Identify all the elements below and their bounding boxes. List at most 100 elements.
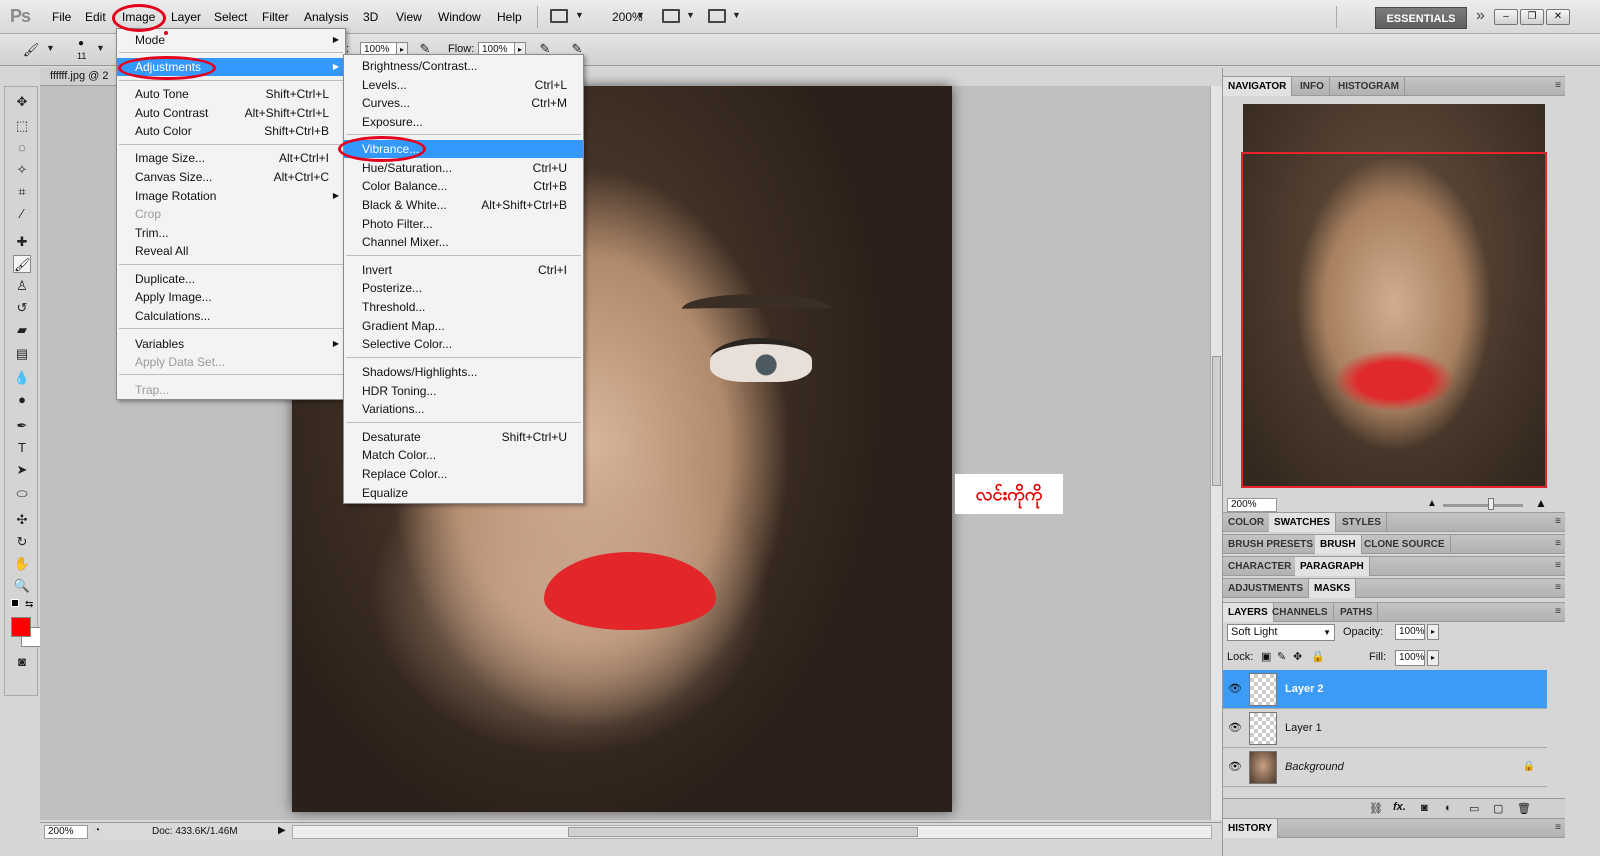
layer-opacity-stepper[interactable]: ▸ bbox=[1427, 624, 1439, 640]
layer-row[interactable]: 👁 Background 🔒 bbox=[1223, 748, 1547, 787]
tab-styles[interactable]: STYLES bbox=[1337, 513, 1387, 532]
navigator-zoom-field[interactable]: 200% bbox=[1227, 498, 1277, 512]
eye-icon[interactable]: 👁 bbox=[1228, 721, 1242, 734]
menu-item-threshold[interactable]: Threshold... bbox=[344, 298, 583, 316]
navigator-view-box[interactable] bbox=[1241, 152, 1547, 488]
default-colors-icon[interactable] bbox=[11, 599, 19, 607]
horizontal-scroll-thumb[interactable] bbox=[568, 827, 918, 837]
zoom-tool-icon[interactable]: 🔍 bbox=[13, 577, 31, 595]
blur-tool-icon[interactable]: 💧 bbox=[13, 369, 31, 387]
panel-menu-icon[interactable]: ≡ bbox=[1555, 822, 1561, 833]
swap-colors-icon[interactable]: ⇆ bbox=[25, 599, 33, 610]
pen-tool-icon[interactable]: ✒ bbox=[13, 417, 31, 435]
quick-mask-icon[interactable]: ◙ bbox=[13, 653, 31, 671]
menu-item-calculations[interactable]: Calculations... bbox=[117, 307, 345, 325]
menu-item-brightness-contrast[interactable]: Brightness/Contrast... bbox=[344, 57, 583, 75]
menu-item-mode[interactable]: Mode ▶ bbox=[117, 31, 345, 49]
brush-tool-preset-icon[interactable]: 🖌 bbox=[22, 41, 40, 59]
chevron-down-icon[interactable]: ▼ bbox=[732, 10, 741, 20]
history-brush-tool-icon[interactable]: ↺ bbox=[13, 299, 31, 317]
quick-select-tool-icon[interactable]: ✧ bbox=[13, 161, 31, 179]
fill-field[interactable]: 100% bbox=[1395, 650, 1425, 666]
tab-swatches[interactable]: SWATCHES bbox=[1269, 513, 1336, 532]
menu-item-invert[interactable]: Invert Ctrl+I bbox=[344, 261, 583, 279]
zoom-out-icon[interactable]: ▲ bbox=[1427, 498, 1437, 509]
eye-icon[interactable]: 👁 bbox=[1228, 760, 1242, 773]
menu-item-reveal-all[interactable]: Reveal All bbox=[117, 242, 345, 260]
chevron-down-icon[interactable]: ▼ bbox=[686, 10, 695, 20]
menu-item-black-white[interactable]: Black & White... Alt+Shift+Ctrl+B bbox=[344, 196, 583, 214]
gradient-tool-icon[interactable]: ▤ bbox=[13, 345, 31, 363]
lock-image-icon[interactable]: ✎ bbox=[1277, 650, 1286, 663]
menu-item-equalize[interactable]: Equalize bbox=[344, 484, 583, 502]
tab-history[interactable]: HISTORY bbox=[1223, 819, 1278, 838]
menu-item-posterize[interactable]: Posterize... bbox=[344, 279, 583, 297]
menu-filter[interactable]: Filter bbox=[262, 10, 289, 24]
panel-menu-icon[interactable]: ≡ bbox=[1555, 516, 1561, 527]
eye-icon[interactable]: 👁 bbox=[1228, 682, 1242, 695]
trash-icon[interactable]: 🗑 bbox=[1517, 802, 1531, 815]
menu-item-canvas-size[interactable]: Canvas Size... Alt+Ctrl+C bbox=[117, 168, 345, 186]
menu-item-image-rotation[interactable]: Image Rotation ▶ bbox=[117, 187, 345, 205]
3d-orbit-tool-icon[interactable]: ↻ bbox=[13, 533, 31, 551]
marquee-tool-icon[interactable]: ⬚ bbox=[13, 117, 31, 135]
tab-info[interactable]: INFO bbox=[1295, 77, 1330, 96]
chevron-down-icon[interactable]: ▼ bbox=[575, 10, 584, 20]
menu-item-selective-color[interactable]: Selective Color... bbox=[344, 335, 583, 353]
menu-help[interactable]: Help bbox=[497, 10, 522, 24]
status-menu-icon[interactable]: ▶ bbox=[278, 825, 286, 836]
menu-3d[interactable]: 3D bbox=[363, 10, 378, 24]
menu-item-replace-color[interactable]: Replace Color... bbox=[344, 465, 583, 483]
lock-position-icon[interactable]: ✥ bbox=[1293, 650, 1302, 663]
menu-item-photo-filter[interactable]: Photo Filter... bbox=[344, 215, 583, 233]
menu-item-apply-image[interactable]: Apply Image... bbox=[117, 288, 345, 306]
zoom-in-icon[interactable]: ▲ bbox=[1535, 496, 1547, 510]
menu-layer[interactable]: Layer bbox=[171, 10, 201, 24]
panel-menu-icon[interactable]: ≡ bbox=[1555, 560, 1561, 571]
tab-channels[interactable]: CHANNELS bbox=[1267, 603, 1334, 622]
fx-icon[interactable]: fx. bbox=[1393, 801, 1406, 813]
chevron-down-icon[interactable]: ▼ bbox=[46, 43, 55, 53]
eyedropper-tool-icon[interactable]: ⁄ bbox=[13, 205, 31, 223]
add-mask-icon[interactable]: ◙ bbox=[1421, 802, 1428, 814]
menu-item-auto-contrast[interactable]: Auto Contrast Alt+Shift+Ctrl+L bbox=[117, 104, 345, 122]
minimize-button[interactable]: – bbox=[1494, 9, 1518, 25]
path-select-tool-icon[interactable]: ➤ bbox=[13, 461, 31, 479]
menu-item-auto-color[interactable]: Auto Color Shift+Ctrl+B bbox=[117, 122, 345, 140]
tab-adjustments[interactable]: ADJUSTMENTS bbox=[1223, 579, 1310, 598]
tab-character[interactable]: CHARACTER bbox=[1223, 557, 1298, 576]
3d-rotate-tool-icon[interactable]: ✣ bbox=[13, 511, 31, 529]
workspace-button[interactable]: ESSENTIALS bbox=[1375, 7, 1467, 29]
menu-analysis[interactable]: Analysis bbox=[304, 10, 349, 24]
more-workspaces-icon[interactable]: » bbox=[1476, 7, 1485, 25]
menu-item-shadows-highlights[interactable]: Shadows/Highlights... bbox=[344, 363, 583, 381]
tab-brush[interactable]: BRUSH bbox=[1315, 535, 1362, 554]
tab-brush-presets[interactable]: BRUSH PRESETS bbox=[1223, 535, 1320, 554]
fill-stepper[interactable]: ▸ bbox=[1427, 650, 1439, 666]
chevron-down-icon[interactable]: ▼ bbox=[636, 10, 645, 20]
status-info-icon[interactable]: ◔ bbox=[94, 825, 100, 836]
brush-tool-icon[interactable]: 🖌 bbox=[13, 255, 31, 273]
menu-item-levels[interactable]: Levels... Ctrl+L bbox=[344, 76, 583, 94]
tab-paths[interactable]: PATHS bbox=[1335, 603, 1379, 622]
layer-opacity-field[interactable]: 100% bbox=[1395, 624, 1425, 640]
menu-item-auto-tone[interactable]: Auto Tone Shift+Ctrl+L bbox=[117, 85, 345, 103]
crop-tool-icon[interactable]: ⌗ bbox=[13, 183, 31, 201]
screen-mode-icon[interactable] bbox=[708, 9, 726, 23]
type-tool-icon[interactable]: T bbox=[13, 439, 31, 457]
menu-item-variables[interactable]: Variables ▶ bbox=[117, 335, 345, 353]
restore-button[interactable]: ❐ bbox=[1520, 9, 1544, 25]
shape-tool-icon[interactable]: ⬭ bbox=[13, 485, 31, 503]
new-group-icon[interactable]: ▭ bbox=[1469, 802, 1479, 815]
menu-item-color-balance[interactable]: Color Balance... Ctrl+B bbox=[344, 177, 583, 195]
menu-item-hdr-toning[interactable]: HDR Toning... bbox=[344, 382, 583, 400]
panel-menu-icon[interactable]: ≡ bbox=[1555, 606, 1561, 617]
navigator-zoom-slider[interactable] bbox=[1443, 504, 1523, 507]
lock-transparent-icon[interactable]: ▣ bbox=[1261, 650, 1271, 663]
vertical-scroll-thumb[interactable] bbox=[1212, 356, 1221, 486]
layer-row[interactable]: 👁 Layer 2 bbox=[1223, 670, 1547, 709]
panel-menu-icon[interactable]: ≡ bbox=[1555, 538, 1561, 549]
chevron-down-icon[interactable]: ▼ bbox=[96, 43, 105, 53]
tab-histogram[interactable]: HISTOGRAM bbox=[1333, 77, 1405, 96]
menu-item-exposure[interactable]: Exposure... bbox=[344, 113, 583, 131]
